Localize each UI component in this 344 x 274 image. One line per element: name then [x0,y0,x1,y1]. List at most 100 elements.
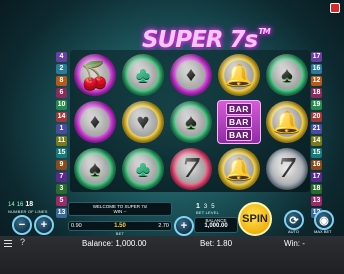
bell-icon: 🔔 [273,108,301,134]
symbol-orb: 🔔 [218,53,260,96]
status-bet: Bet: 1.80 [200,239,233,248]
spade-icon: ♠ [89,155,101,181]
status-balance: Balance: 1,000.00 [82,239,147,248]
bet-option[interactable]: 2.70 [158,223,169,229]
chip-icon: ◉ [319,214,329,227]
reel-cell: ♥ [120,99,166,144]
win-display: WIN -- [68,209,172,214]
payline-number: 5 [56,196,67,206]
payline-number: 15 [56,148,67,158]
symbol-orb: ♠ [74,147,116,190]
seven-icon: 7 [277,153,297,184]
payline-number: 6 [56,88,67,98]
bet-level-label: BET LEVEL [196,210,220,215]
payline-number: 10 [56,100,67,110]
bet-level-options[interactable]: 1 3 5 [196,203,219,210]
payline-number: 21 [311,124,322,134]
symbol-orb: ♦ [74,100,116,143]
balance-panel: BALANCE 1,000.00 [194,217,238,233]
symbol-orb: 🔔 [266,100,308,143]
bet-option-selected[interactable]: 1.50 [114,223,126,229]
symbol-orb: 7 [170,147,212,190]
club-icon: ♣ [135,61,151,87]
payline-number: 19 [311,100,322,110]
plus-icon: + [180,220,188,232]
reel-cell: 🔔 [216,52,262,97]
max-bet-button[interactable]: ◉ [314,210,334,230]
club-icon: ♣ [135,155,151,181]
symbol-orb: ♣ [122,147,164,190]
payline-number: 9 [56,160,67,170]
payline-number: 18 [311,184,322,194]
diamond-icon: ♦ [89,110,101,133]
menu-icon[interactable] [4,240,12,247]
bet-increase-button[interactable]: + [174,216,194,236]
lines-label: NUMBER OF LINES [8,209,48,214]
max-bet-label: MAX BET [314,229,332,234]
auto-label: AUTO [288,229,300,234]
payline-number: 2 [56,64,67,74]
bet-selector[interactable]: 0.90 1.50 2.70 [68,221,172,231]
payline-number: 14 [311,136,322,146]
reel-cell: ♣ [120,52,166,97]
payline-number: 16 [311,64,322,74]
bar-text: BAR [226,115,252,128]
bar-icon: BAR BAR BAR [217,99,261,144]
lines-option[interactable]: 16 [17,202,24,208]
lines-increase-button[interactable]: + [34,215,54,235]
bet-option[interactable]: 0.90 [71,223,82,229]
lines-option[interactable]: 14 [8,202,15,208]
payline-numbers-left: 4 2 8 6 10 14 1 11 15 9 7 3 5 13 [56,52,67,218]
bar-text: BAR [226,128,252,141]
logo-trademark: TM [258,27,270,36]
payline-number: 17 [311,52,322,62]
payline-number: 18 [311,88,322,98]
auto-button[interactable]: ⟳ [284,210,304,230]
symbol-orb: ♦ [170,53,212,96]
bet-level-selector[interactable]: 1 3 5 BET LEVEL [196,203,219,215]
plus-icon: + [40,219,48,231]
diamond-icon: ♦ [185,63,197,86]
win-label: WIN [113,209,123,214]
payline-number: 13 [56,208,67,218]
bet-level-option[interactable]: 3 [204,204,207,210]
lines-decrease-button[interactable]: − [12,215,32,235]
payline-number: 11 [56,136,67,146]
bar-text: BAR [226,102,252,115]
status-win: Win: - [284,239,305,248]
payline-number: 3 [56,184,67,194]
reel-cell: ♠ [72,146,118,191]
help-icon[interactable]: ? [20,237,25,247]
spade-icon: ♠ [185,108,197,134]
bell-icon: 🔔 [225,61,253,87]
reel-cell: 🍒 [72,52,118,97]
bet-level-option[interactable]: 5 [211,204,214,210]
refresh-icon: ⟳ [289,214,299,227]
win-value: -- [123,209,127,214]
spin-button[interactable]: SPIN [238,202,272,236]
reel-cell: ♠ [264,52,310,97]
reel-cell: ♠ [168,99,214,144]
reel-cell: ♣ [120,146,166,191]
payline-number: 4 [56,52,67,62]
lines-options[interactable]: 14 16 18 [8,201,48,208]
symbol-orb: ♠ [170,100,212,143]
symbol-orb: ♥ [122,100,164,143]
lines-option-selected[interactable]: 18 [25,201,33,208]
reel-cell: 🔔 [264,99,310,144]
heart-icon: ♥ [136,108,150,134]
payline-number: 13 [311,196,322,206]
lines-selector[interactable]: 14 16 18 NUMBER OF LINES [8,201,48,214]
payline-number: 14 [56,112,67,122]
spin-label: SPIN [242,213,268,225]
spade-icon: ♠ [281,61,293,87]
bet-level-option-selected[interactable]: 1 [196,203,200,210]
minus-icon: − [18,219,26,231]
game-window: SUPER 7sTM 4 2 8 6 10 14 1 11 15 9 7 3 5 13 17 16 12 18 1… [0,0,344,274]
close-icon[interactable] [330,3,340,13]
bell-icon: 🔔 [225,155,253,181]
symbol-orb: 🔔 [218,147,260,190]
payline-numbers-right: 1716121819202114151617181312 [311,52,322,218]
reel-cell: 7 [168,146,214,191]
reels-grid: 🍒 ♣ ♦ 🔔 ♠ ♦ ♥ ♠ BAR BAR BAR 🔔 ♠ ♣ 7 🔔 7 [70,50,310,192]
